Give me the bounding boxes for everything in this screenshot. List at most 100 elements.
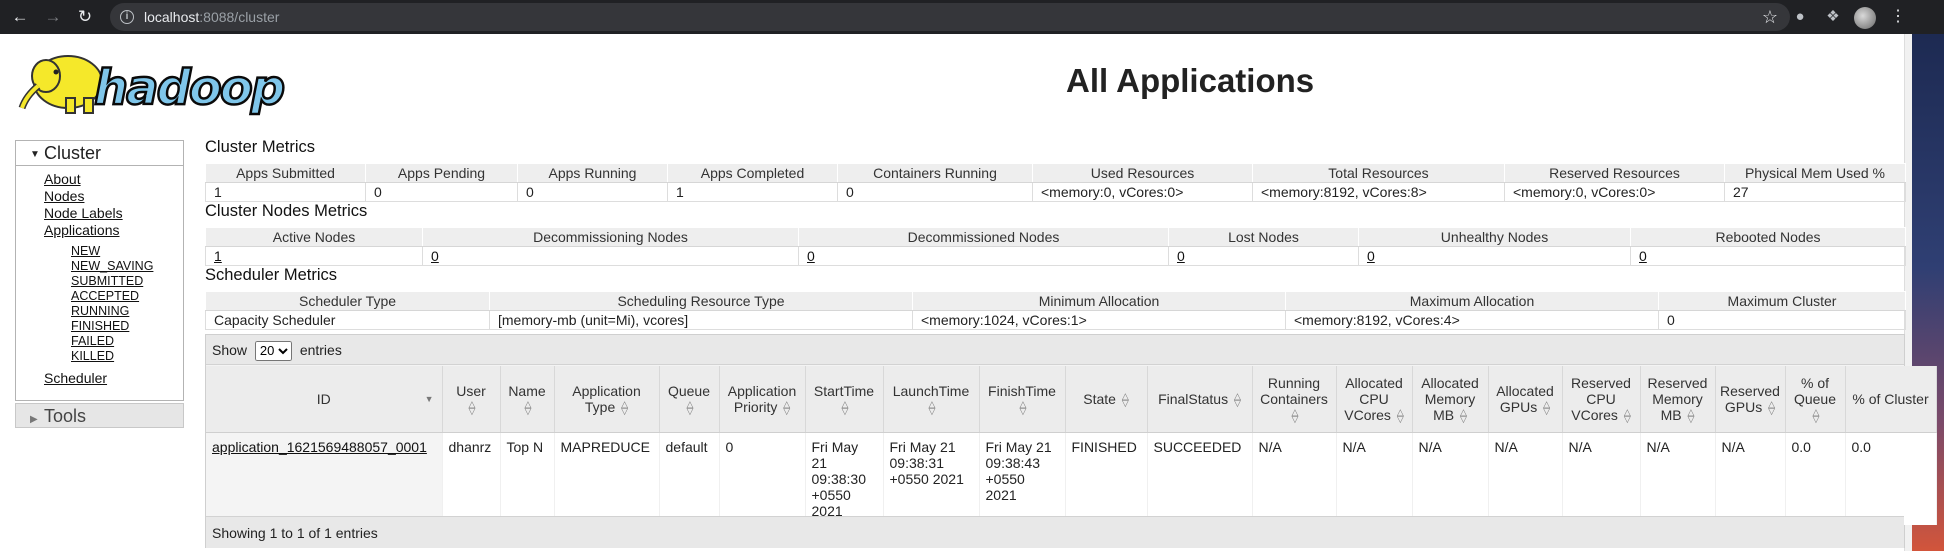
url-text[interactable]: localhost:8088/cluster: [144, 9, 279, 25]
sidebar-link-applications[interactable]: Applications: [44, 222, 183, 239]
state-link-failed[interactable]: FAILED: [71, 334, 183, 349]
sort-icon: △ ▽: [1234, 390, 1241, 408]
sidebar-link-scheduler[interactable]: Scheduler: [44, 370, 107, 386]
col-launchtime[interactable]: LaunchTime △ ▽: [883, 366, 980, 433]
header-apps-completed: Apps Completed: [667, 163, 838, 183]
col-allocated-gpus[interactable]: Allocated GPUs △ ▽: [1488, 366, 1563, 433]
bookmark-star-icon[interactable]: ☆: [1762, 7, 1778, 28]
col-application-type[interactable]: Application Type △ ▽: [554, 366, 660, 433]
link-active-nodes[interactable]: 1: [214, 248, 222, 264]
value-decommissioned-nodes: 0: [798, 246, 1169, 266]
sidebar-link-about[interactable]: About: [44, 171, 183, 188]
sidebar-link-node-labels[interactable]: Node Labels: [44, 205, 183, 222]
svg-text:hadoop: hadoop: [94, 60, 284, 116]
extension-icon[interactable]: ●: [1791, 8, 1809, 26]
col-allocated-cpu-vcores[interactable]: Allocated CPU VCores △ ▽: [1336, 366, 1413, 433]
state-link-running[interactable]: RUNNING: [71, 304, 183, 319]
col-application-priority[interactable]: Application Priority △ ▽: [719, 366, 806, 433]
cluster-section-header[interactable]: ▼ Cluster: [16, 141, 183, 166]
state-link-finished[interactable]: FINISHED: [71, 319, 183, 334]
link-decommissioning-nodes[interactable]: 0: [431, 248, 439, 264]
sort-icon: △ ▽: [621, 398, 629, 416]
cell-running-containers: N/A: [1252, 432, 1337, 525]
applications-datatable: Show 20 entries ID ▼ User △ ▽ Name △ ▽ Applic…: [205, 334, 1937, 548]
col-allocated-memory-mb[interactable]: Allocated Memory MB △ ▽: [1412, 366, 1489, 433]
apps-header-row: ID ▼ User △ ▽ Name △ ▽ Application Type △ ▽ Qu…: [206, 366, 1937, 433]
tools-section-header[interactable]: ▶ Tools: [15, 403, 184, 428]
value-unhealthy-nodes: 0: [1358, 246, 1631, 266]
value-scheduling-resource-type: [memory-mb (unit=Mi), vcores]: [489, 310, 913, 330]
col-name[interactable]: Name △ ▽: [500, 366, 555, 433]
link-lost-nodes[interactable]: 0: [1177, 248, 1185, 264]
back-arrow-icon[interactable]: ←: [10, 7, 30, 27]
link-rebooted-nodes[interactable]: 0: [1639, 248, 1647, 264]
hadoop-logo[interactable]: hadoop: [16, 46, 316, 118]
col-finishtime[interactable]: FinishTime △ ▽: [979, 366, 1066, 433]
cell-id: application_1621569488057_0001: [206, 432, 443, 525]
state-link-submitted[interactable]: SUBMITTED: [71, 274, 183, 289]
profile-avatar[interactable]: [1854, 7, 1876, 29]
state-link-killed[interactable]: KILLED: [71, 349, 183, 364]
reload-icon[interactable]: ↻: [75, 7, 95, 27]
cell-percent-of-queue: 0.0: [1785, 432, 1846, 525]
menu-kebab-icon[interactable]: ⋮: [1890, 6, 1906, 28]
col-percent-of-queue[interactable]: % of Queue △ ▽: [1785, 366, 1846, 433]
col-percent-of-cluster[interactable]: % of Cluster: [1845, 366, 1937, 433]
value-used-resources: <memory:0, vCores:0>: [1032, 182, 1253, 202]
col-queue[interactable]: Queue △ ▽: [659, 366, 720, 433]
col-starttime[interactable]: StartTime △ ▽: [805, 366, 884, 433]
entries-label: entries: [299, 342, 342, 358]
state-link-new-saving[interactable]: NEW_SAVING: [71, 259, 183, 274]
nodes-metrics-table: Active Nodes Decommissioning Nodes Decom…: [205, 227, 1906, 266]
cell-starttime: Fri May 21 09:38:30 +0550 2021: [805, 432, 884, 525]
sort-icon: △ ▽: [1019, 398, 1027, 416]
header-reserved-resources: Reserved Resources: [1504, 163, 1725, 183]
col-id[interactable]: ID ▼: [206, 366, 443, 433]
header-lost-nodes: Lost Nodes: [1168, 227, 1359, 247]
cell-allocated-memory-mb: N/A: [1412, 432, 1489, 525]
header-used-resources: Used Resources: [1032, 163, 1253, 183]
cell-name: Top N: [500, 432, 555, 525]
cell-percent-of-cluster: 0.0: [1845, 432, 1937, 525]
sort-icon: △ ▽: [783, 398, 791, 416]
state-link-accepted[interactable]: ACCEPTED: [71, 289, 183, 304]
col-reserved-memory-mb[interactable]: Reserved Memory MB △ ▽: [1640, 366, 1716, 433]
nodes-header-row: Active Nodes Decommissioning Nodes Decom…: [205, 227, 1906, 247]
col-reserved-cpu-vcores[interactable]: Reserved CPU VCores △ ▽: [1562, 366, 1641, 433]
state-link-new[interactable]: NEW: [71, 244, 183, 259]
value-minimum-allocation: <memory:1024, vCores:1>: [912, 310, 1286, 330]
table-row: application_1621569488057_0001 dhanrz To…: [206, 432, 1937, 525]
scheduler-metrics-table: Scheduler Type Scheduling Resource Type …: [205, 291, 1906, 330]
puzzle-icon[interactable]: ❖: [1824, 8, 1842, 26]
col-running-containers[interactable]: Running Containers △ ▽: [1252, 366, 1337, 433]
sidebar-link-nodes[interactable]: Nodes: [44, 188, 183, 205]
header-scheduling-resource-type: Scheduling Resource Type: [489, 291, 913, 311]
nodes-value-row: 1 0 0 0 0 0: [205, 246, 1906, 266]
col-state[interactable]: State △ ▽: [1065, 366, 1148, 433]
sort-icon: △ ▽: [686, 398, 694, 416]
header-maximum-cluster: Maximum Cluster: [1658, 291, 1906, 311]
cell-allocated-gpus: N/A: [1488, 432, 1563, 525]
sort-icon: △ ▽: [1543, 398, 1551, 416]
header-unhealthy-nodes: Unhealthy Nodes: [1358, 227, 1631, 247]
header-total-resources: Total Resources: [1252, 163, 1505, 183]
header-apps-running: Apps Running: [517, 163, 668, 183]
application-id-link[interactable]: application_1621569488057_0001: [212, 439, 427, 455]
site-info-icon[interactable]: i: [120, 10, 134, 24]
header-apps-pending: Apps Pending: [365, 163, 518, 183]
header-decommissioned-nodes: Decommissioned Nodes: [798, 227, 1169, 247]
cell-application-priority: 0: [719, 432, 806, 525]
col-user[interactable]: User △ ▽: [442, 366, 501, 433]
value-lost-nodes: 0: [1168, 246, 1359, 266]
header-rebooted-nodes: Rebooted Nodes: [1630, 227, 1906, 247]
sort-icon: △ ▽: [1812, 406, 1820, 424]
col-reserved-gpus[interactable]: Reserved GPUs △ ▽: [1715, 366, 1786, 433]
page-size-select[interactable]: 20: [254, 340, 292, 361]
forward-arrow-icon[interactable]: →: [43, 7, 63, 27]
caret-right-icon: ▶: [30, 414, 38, 425]
sort-desc-icon: ▼: [424, 394, 434, 404]
link-unhealthy-nodes[interactable]: 0: [1367, 248, 1375, 264]
address-bar[interactable]: i localhost:8088/cluster ☆: [110, 3, 1790, 31]
col-finalstatus[interactable]: FinalStatus △ ▽: [1147, 366, 1253, 433]
link-decommissioned-nodes[interactable]: 0: [807, 248, 815, 264]
